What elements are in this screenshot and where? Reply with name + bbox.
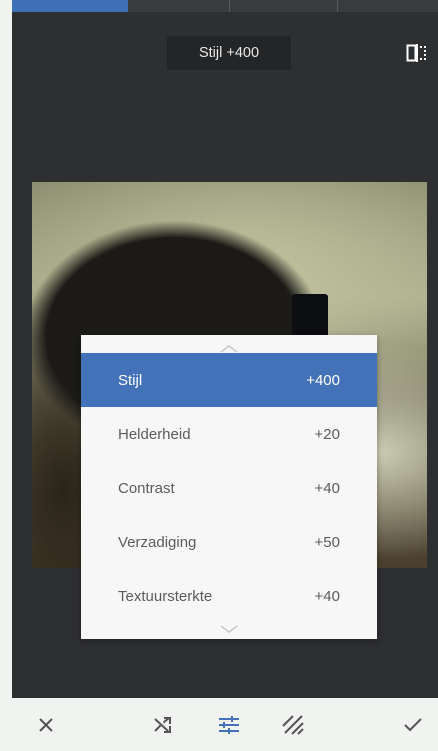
menu-scroll-down[interactable] <box>81 619 377 639</box>
close-icon <box>39 718 53 732</box>
top-tab[interactable] <box>230 0 338 12</box>
adjustment-item-label: Helderheid <box>118 425 191 443</box>
bottom-toolbar <box>0 698 438 751</box>
adjustment-item[interactable]: Textuursterkte +40 <box>81 569 377 623</box>
adjustment-item-value: +20 <box>314 425 340 443</box>
adjustment-item[interactable]: Stijl +400 <box>81 353 377 407</box>
shuffle-button[interactable] <box>148 710 178 740</box>
compare-button[interactable] <box>404 41 430 65</box>
check-icon <box>404 718 422 732</box>
adjust-button[interactable] <box>214 710 244 740</box>
shuffle-icon <box>154 717 171 733</box>
chevron-up-icon <box>220 345 238 353</box>
apply-button[interactable] <box>398 710 428 740</box>
adjustment-item[interactable]: Helderheid +20 <box>81 407 377 461</box>
adjustment-item-label: Contrast <box>118 479 175 497</box>
compare-icon <box>406 44 426 62</box>
adjustment-item-label: Stijl <box>118 371 143 389</box>
cancel-button[interactable] <box>31 710 61 740</box>
adjustment-item-value: +50 <box>314 533 340 551</box>
adjustment-item-value: +400 <box>306 371 340 389</box>
top-tab-strip <box>12 0 438 12</box>
chevron-down-icon <box>220 625 238 633</box>
adjustment-item[interactable]: Contrast +40 <box>81 461 377 515</box>
top-tab[interactable] <box>128 0 230 12</box>
adjustment-item-value: +40 <box>314 587 340 605</box>
tune-icon <box>219 716 239 734</box>
adjustment-item-label: Textuursterkte <box>118 587 213 605</box>
adjustment-menu: Stijl +400 Helderheid +20 Contrast +40 Verzadi… <box>81 335 377 639</box>
adjustment-item[interactable]: Verzadiging +50 <box>81 515 377 569</box>
styles-button[interactable] <box>278 710 308 740</box>
menu-scroll-up[interactable] <box>81 335 377 353</box>
adjustment-item-value: +40 <box>314 479 340 497</box>
adjustment-item-label: Verzadiging <box>118 533 197 551</box>
top-tab-active[interactable] <box>12 0 128 12</box>
adjustment-value-label: Stijl +400 <box>167 36 291 70</box>
top-tab[interactable] <box>338 0 438 12</box>
styles-icon <box>282 715 304 735</box>
